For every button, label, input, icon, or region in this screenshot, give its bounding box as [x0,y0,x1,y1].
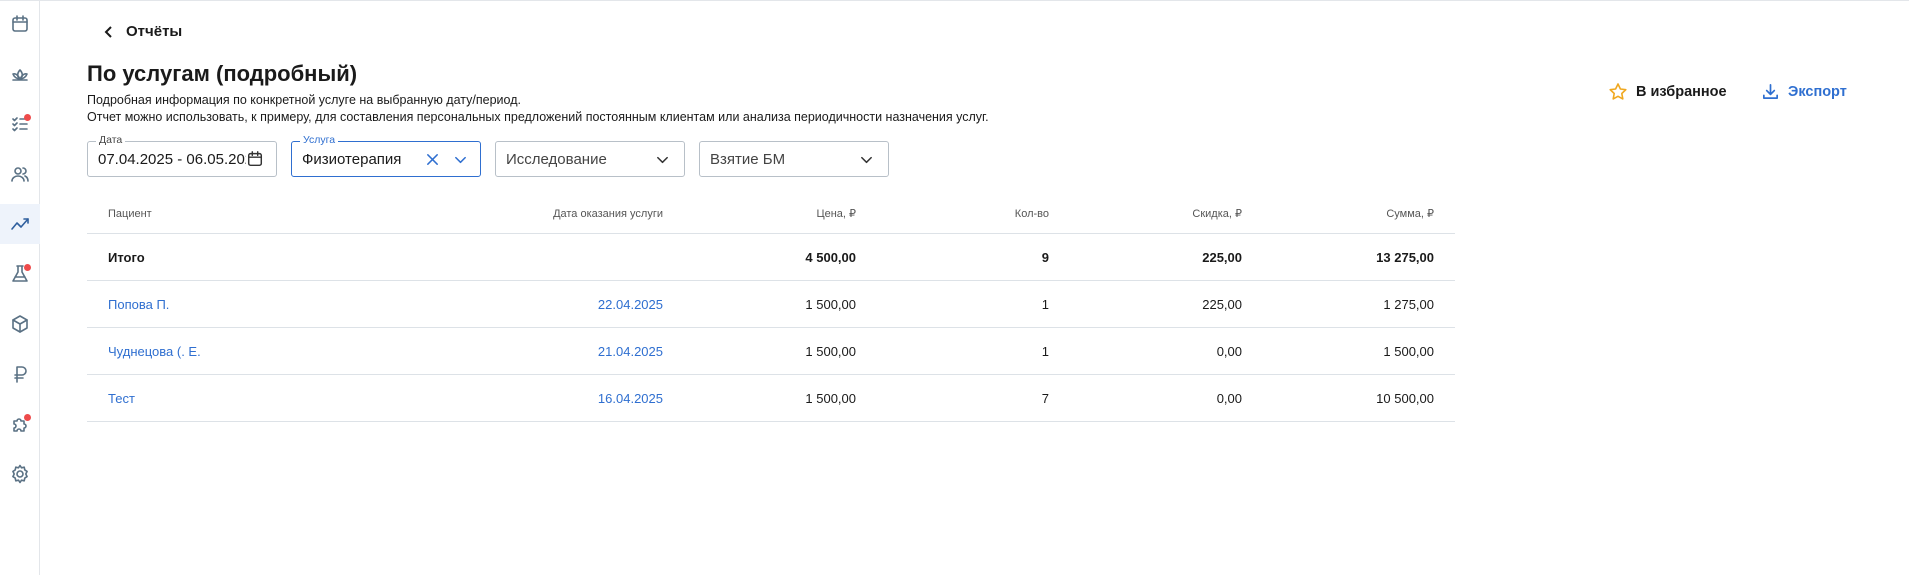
table-row: Чуднецова (. Е. 21.04.2025 1 500,00 1 0,… [87,328,1455,375]
service-date-link[interactable]: 16.04.2025 [598,391,663,406]
export-label: Экспорт [1788,83,1847,100]
sidebar-item-users[interactable] [0,154,40,194]
discount-cell: 0,00 [1216,390,1242,406]
table-row: Попова П. 22.04.2025 1 500,00 1 225,00 1… [87,281,1455,328]
page-title: По услугам (подробный) [87,61,358,86]
discount-cell: 0,00 [1216,343,1242,359]
table-header-row: Пациент Дата оказания услуги Цена, ₽ Кол… [87,194,1455,234]
column-header-price[interactable]: Цена, ₽ [816,207,856,220]
column-header-sum[interactable]: Сумма, ₽ [1386,207,1434,220]
sidebar-item-settings[interactable] [0,454,40,494]
patient-link[interactable]: Чуднецова (. Е. [108,344,201,359]
calendar-icon[interactable] [246,150,264,168]
column-header-date[interactable]: Дата оказания услуги [553,208,663,220]
total-qty: 9 [1041,249,1049,265]
chevron-down-icon[interactable] [453,152,468,167]
service-field-label: Услуга [300,134,339,146]
discount-cell: 225,00 [1202,296,1242,312]
service-value: Физиотерапия [302,150,402,168]
sidebar [0,1,40,575]
study-placeholder: Исследование [506,150,607,168]
star-icon [1609,83,1627,100]
sidebar-item-lab[interactable] [0,254,40,294]
total-label: Итого [108,249,145,265]
bm-placeholder: Взятие БМ [710,150,786,168]
lotus-icon [12,69,28,81]
sidebar-item-integrations[interactable] [0,404,40,444]
date-range-field[interactable]: Дата 07.04.2025 - 06.05.2025 [87,134,277,177]
sum-cell: 1 500,00 [1383,343,1434,359]
sum-cell: 1 275,00 [1383,296,1434,312]
notification-badge [24,264,31,271]
total-discount: 225,00 [1202,249,1242,265]
favorites-label: В избранное [1636,84,1727,100]
qty-cell: 7 [1041,390,1049,406]
service-date-link[interactable]: 21.04.2025 [598,344,663,359]
chevron-left-icon [104,25,112,38]
total-sum: 13 275,00 [1376,249,1434,265]
study-select[interactable]: Исследование [495,141,685,177]
ruble-icon [14,366,27,383]
total-price: 4 500,00 [805,249,856,265]
download-icon [1762,83,1779,100]
service-select[interactable]: Услуга Физиотерапия [291,134,481,177]
users-icon [11,167,29,182]
patient-link[interactable]: Тест [108,391,135,406]
sidebar-item-finance[interactable] [0,354,40,394]
page-description-line2: Отчет можно использовать, к примеру, для… [87,110,989,124]
export-button[interactable]: Экспорт [1761,82,1847,101]
table-row: Тест 16.04.2025 1 500,00 7 0,00 10 500,0… [87,375,1455,422]
price-cell: 1 500,00 [805,390,856,406]
bm-select[interactable]: Взятие БМ [699,141,889,177]
patient-link[interactable]: Попова П. [108,297,169,312]
page-description-line1: Подробная информация по конкретной услуг… [87,93,521,107]
add-to-favorites-button[interactable]: В избранное [1608,82,1727,102]
notification-badge [24,414,31,421]
package-icon [12,315,28,333]
chevron-down-icon [861,156,872,163]
column-header-discount[interactable]: Скидка, ₽ [1192,207,1242,220]
back-label: Отчёты [126,23,183,40]
sidebar-item-tasks[interactable] [0,104,40,144]
column-header-qty[interactable]: Кол-во [1015,208,1049,220]
calendar-icon [12,15,28,32]
column-header-patient[interactable]: Пациент [108,208,152,220]
sidebar-item-warehouse[interactable] [0,304,40,344]
date-field-label: Дата [96,134,126,146]
price-cell: 1 500,00 [805,343,856,359]
price-cell: 1 500,00 [805,296,856,312]
sum-cell: 10 500,00 [1376,390,1434,406]
qty-cell: 1 [1041,296,1049,312]
table-total-row: Итого 4 500,00 9 225,00 13 275,00 [87,234,1455,281]
sidebar-item-calendar[interactable] [0,4,40,44]
chart-icon [11,218,29,230]
clear-icon[interactable] [425,152,440,167]
qty-cell: 1 [1041,343,1049,359]
date-range-value: 07.04.2025 - 06.05.2025 [98,150,246,168]
report-table: Пациент Дата оказания услуги Цена, ₽ Кол… [87,194,1455,422]
chevron-down-icon [657,156,668,163]
service-date-link[interactable]: 22.04.2025 [598,297,663,312]
sidebar-item-lotus[interactable] [0,54,40,94]
sidebar-item-reports[interactable] [0,204,40,244]
notification-badge [24,114,31,121]
gear-icon [12,464,28,484]
back-to-reports-link[interactable]: Отчёты [102,23,182,40]
